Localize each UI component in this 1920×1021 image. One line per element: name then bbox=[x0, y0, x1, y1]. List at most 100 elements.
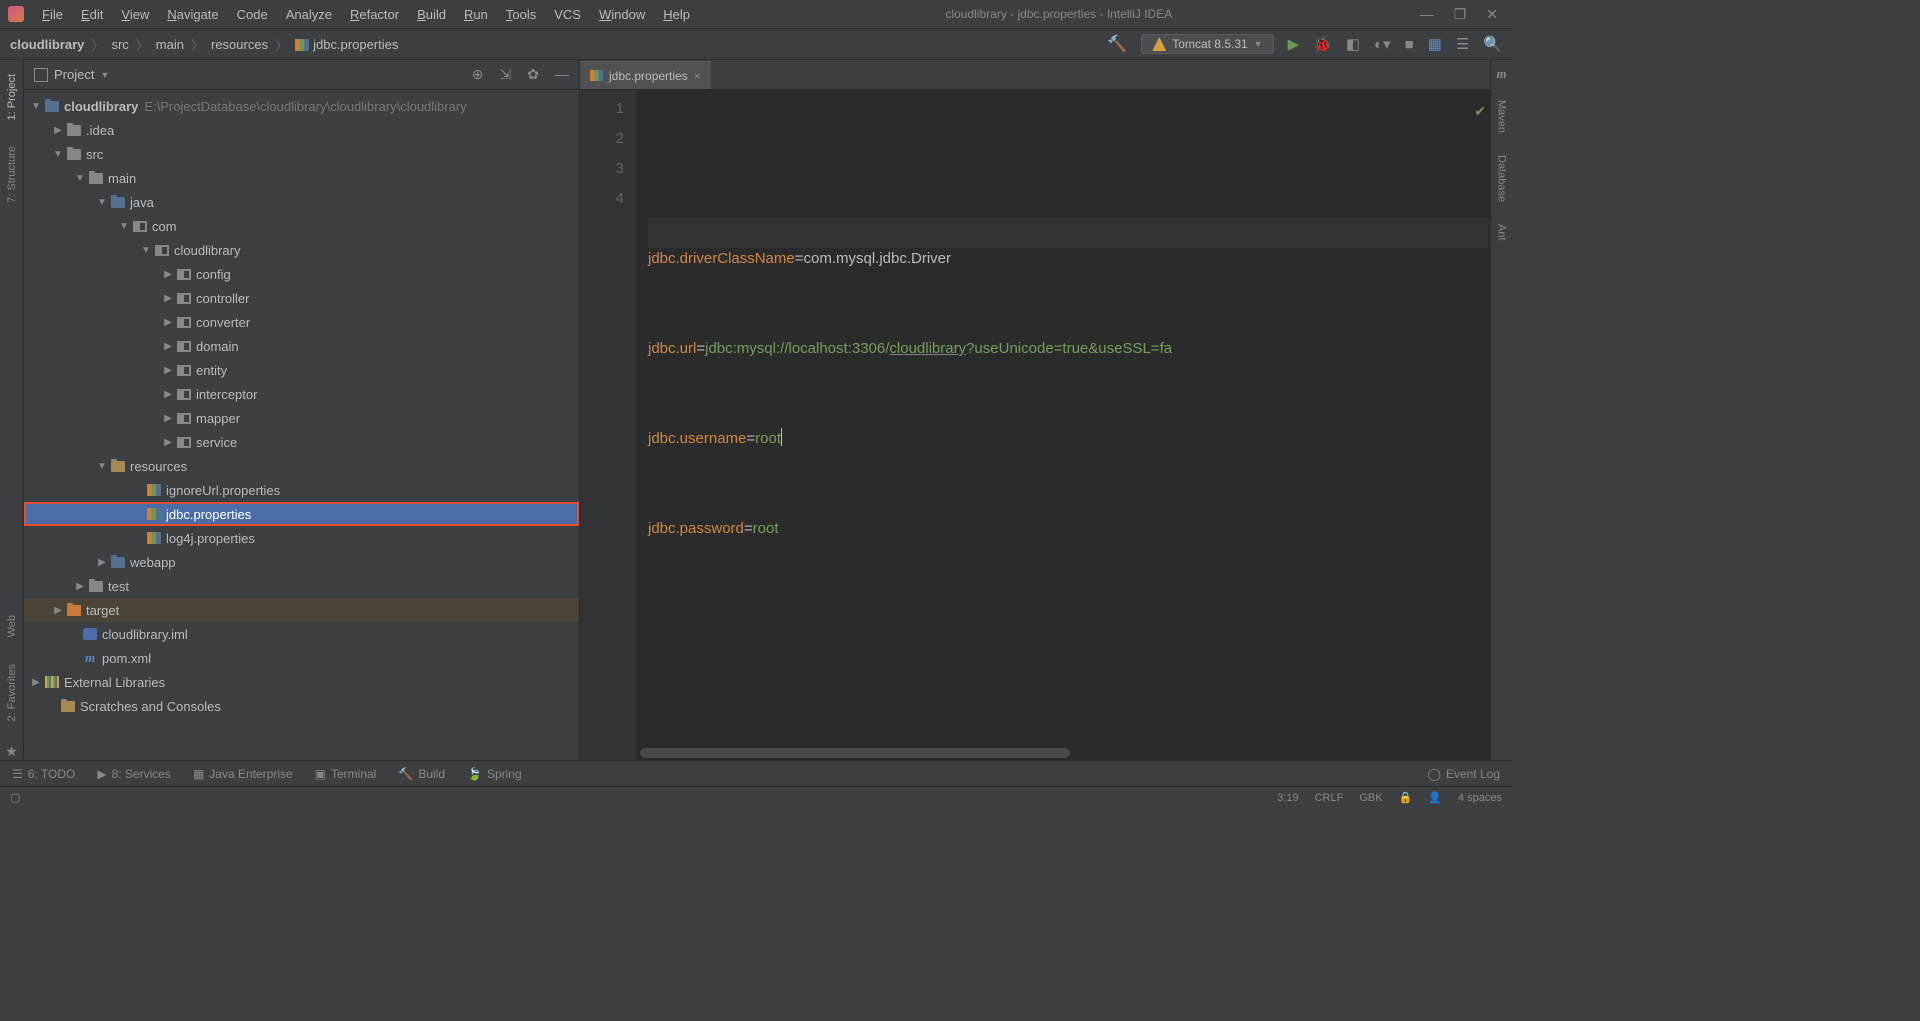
tool-tab-terminal[interactable]: ▣Terminal bbox=[315, 767, 377, 781]
update-app-icon[interactable]: ▦ bbox=[1428, 35, 1442, 53]
tool-tab-javaee[interactable]: ▦Java Enterprise bbox=[193, 767, 293, 781]
menu-tools[interactable]: Tools bbox=[498, 4, 544, 25]
close-icon[interactable]: ✕ bbox=[1486, 6, 1498, 23]
menu-help[interactable]: Help bbox=[655, 4, 698, 25]
maximize-icon[interactable]: ❐ bbox=[1454, 6, 1467, 23]
run-icon[interactable]: ▶ bbox=[1288, 35, 1300, 53]
search-icon[interactable]: 🔍 bbox=[1483, 35, 1502, 53]
tree-node[interactable]: ▶webapp bbox=[24, 550, 579, 574]
minimize-icon[interactable]: — bbox=[1420, 6, 1434, 23]
tree-node[interactable]: ▶converter bbox=[24, 310, 579, 334]
tool-tab-structure[interactable]: 7: Structure bbox=[6, 142, 18, 207]
tree-node[interactable]: ▶mapper bbox=[24, 406, 579, 430]
profile-icon[interactable]: ◐▾ bbox=[1374, 35, 1391, 53]
menu-code[interactable]: Code bbox=[229, 4, 276, 25]
menu-window[interactable]: Window bbox=[591, 4, 653, 25]
tree-node[interactable]: ▶test bbox=[24, 574, 579, 598]
build-icon[interactable]: 🔨 bbox=[1107, 34, 1127, 54]
menu-run[interactable]: Run bbox=[456, 4, 496, 25]
tool-tab-eventlog[interactable]: ◯Event Log bbox=[1428, 767, 1500, 781]
expand-all-icon[interactable]: ⇲ bbox=[500, 66, 512, 83]
tool-tab-ant[interactable]: Ant bbox=[1496, 220, 1508, 245]
lock-icon[interactable]: 🔒 bbox=[1399, 791, 1413, 804]
tree-node[interactable]: ▶config bbox=[24, 262, 579, 286]
crumb-project[interactable]: cloudlibrary bbox=[10, 37, 84, 52]
tree-node[interactable]: ▶.idea bbox=[24, 118, 579, 142]
package-icon bbox=[177, 437, 191, 448]
menu-build[interactable]: Build bbox=[409, 4, 454, 25]
tool-tab-services[interactable]: ▶8: Services bbox=[97, 767, 171, 781]
tree-node[interactable]: ▶target bbox=[24, 598, 579, 622]
tree-node[interactable]: log4j.properties bbox=[24, 526, 579, 550]
tree-node[interactable]: ▶controller bbox=[24, 286, 579, 310]
horizontal-scrollbar[interactable] bbox=[640, 748, 1070, 758]
status-caret-pos[interactable]: 3:19 bbox=[1277, 792, 1298, 804]
project-view-icon bbox=[34, 68, 48, 82]
tree-node[interactable]: ▶entity bbox=[24, 358, 579, 382]
crumb-resources[interactable]: resources bbox=[211, 37, 268, 52]
status-toolwindows-icon[interactable]: ▢ bbox=[10, 791, 20, 804]
editor-tab[interactable]: jdbc.properties × bbox=[580, 61, 711, 89]
chevron-down-icon[interactable]: ▼ bbox=[100, 70, 109, 80]
project-tree[interactable]: ▼cloudlibraryE:\ProjectDatabase\cloudlib… bbox=[24, 90, 579, 760]
close-tab-icon[interactable]: × bbox=[694, 69, 701, 83]
tree-node-selected[interactable]: jdbc.properties bbox=[24, 502, 579, 526]
tool-tab-build[interactable]: 🔨Build bbox=[398, 767, 445, 781]
scratches-icon bbox=[61, 701, 75, 712]
gear-icon[interactable]: ✿ bbox=[527, 66, 539, 83]
bottom-tool-bar: ☰6: TODO ▶8: Services ▦Java Enterprise ▣… bbox=[0, 760, 1512, 786]
menu-navigate[interactable]: Navigate bbox=[159, 4, 226, 25]
tree-node[interactable]: ▶domain bbox=[24, 334, 579, 358]
inspection-ok-icon[interactable]: ✔ bbox=[1474, 96, 1486, 126]
tree-node[interactable]: Scratches and Consoles bbox=[24, 694, 579, 718]
tree-node[interactable]: ignoreUrl.properties bbox=[24, 478, 579, 502]
crumb-file[interactable]: jdbc.properties bbox=[295, 37, 398, 52]
status-line-sep[interactable]: CRLF bbox=[1315, 792, 1344, 804]
crumb-src[interactable]: src bbox=[111, 37, 128, 52]
debug-icon[interactable]: 🐞 bbox=[1313, 35, 1332, 53]
tool-tab-spring[interactable]: 🍃Spring bbox=[467, 767, 522, 781]
code-editor[interactable]: ✔ 1234 jdbc.driverClassName=com.mysql.jd… bbox=[580, 90, 1490, 760]
coverage-icon[interactable]: ◧ bbox=[1346, 35, 1360, 53]
menu-view[interactable]: View bbox=[113, 4, 157, 25]
editor: jdbc.properties × ✔ 1234 jdbc.driverClas… bbox=[580, 60, 1490, 760]
tree-node[interactable]: cloudlibrary.iml bbox=[24, 622, 579, 646]
folder-icon bbox=[67, 125, 81, 136]
menu-vcs[interactable]: VCS bbox=[546, 4, 589, 25]
source-folder-icon bbox=[111, 197, 125, 208]
menu-file[interactable]: File bbox=[34, 4, 71, 25]
menu-refactor[interactable]: Refactor bbox=[342, 4, 407, 25]
tool-tab-database[interactable]: Database bbox=[1496, 151, 1508, 206]
tool-tab-todo[interactable]: ☰6: TODO bbox=[12, 767, 75, 781]
tool-tab-web[interactable]: Web bbox=[6, 611, 18, 641]
project-view-label[interactable]: Project bbox=[54, 67, 94, 82]
tool-tab-project[interactable]: 1: Project bbox=[6, 70, 18, 124]
star-icon[interactable]: ★ bbox=[5, 743, 18, 760]
tool-tab-maven[interactable]: Maven bbox=[1496, 96, 1508, 137]
menu-analyze[interactable]: Analyze bbox=[278, 4, 340, 25]
menu-edit[interactable]: Edit bbox=[73, 4, 111, 25]
tree-node[interactable]: ▶External Libraries bbox=[24, 670, 579, 694]
project-tool-window: Project ▼ ⊕ ⇲ ✿ — ▼cloudlibraryE:\Projec… bbox=[24, 60, 580, 760]
status-encoding[interactable]: GBK bbox=[1359, 792, 1382, 804]
title-bar: File Edit View Navigate Code Analyze Ref… bbox=[0, 0, 1512, 28]
tree-node[interactable]: ▼com bbox=[24, 214, 579, 238]
tree-node[interactable]: ▶interceptor bbox=[24, 382, 579, 406]
tree-node[interactable]: ▼cloudlibrary bbox=[24, 238, 579, 262]
crumb-main[interactable]: main bbox=[156, 37, 184, 52]
locate-icon[interactable]: ⊕ bbox=[472, 66, 484, 83]
run-config-selector[interactable]: Tomcat 8.5.31 ▼ bbox=[1141, 34, 1273, 54]
tree-node[interactable]: mpom.xml bbox=[24, 646, 579, 670]
hide-icon[interactable]: — bbox=[555, 66, 569, 83]
tree-root[interactable]: ▼cloudlibraryE:\ProjectDatabase\cloudlib… bbox=[24, 94, 579, 118]
stop-icon[interactable]: ■ bbox=[1405, 36, 1414, 53]
structure-icon[interactable]: ☰ bbox=[1456, 35, 1469, 53]
tree-node[interactable]: ▼src bbox=[24, 142, 579, 166]
tree-node[interactable]: ▼resources bbox=[24, 454, 579, 478]
tree-node[interactable]: ▶service bbox=[24, 430, 579, 454]
tree-node[interactable]: ▼main bbox=[24, 166, 579, 190]
tool-tab-favorites[interactable]: 2: Favorites bbox=[6, 660, 18, 725]
memory-icon[interactable]: 👤 bbox=[1428, 791, 1442, 804]
status-indent[interactable]: 4 spaces bbox=[1458, 792, 1502, 804]
tree-node[interactable]: ▼java bbox=[24, 190, 579, 214]
